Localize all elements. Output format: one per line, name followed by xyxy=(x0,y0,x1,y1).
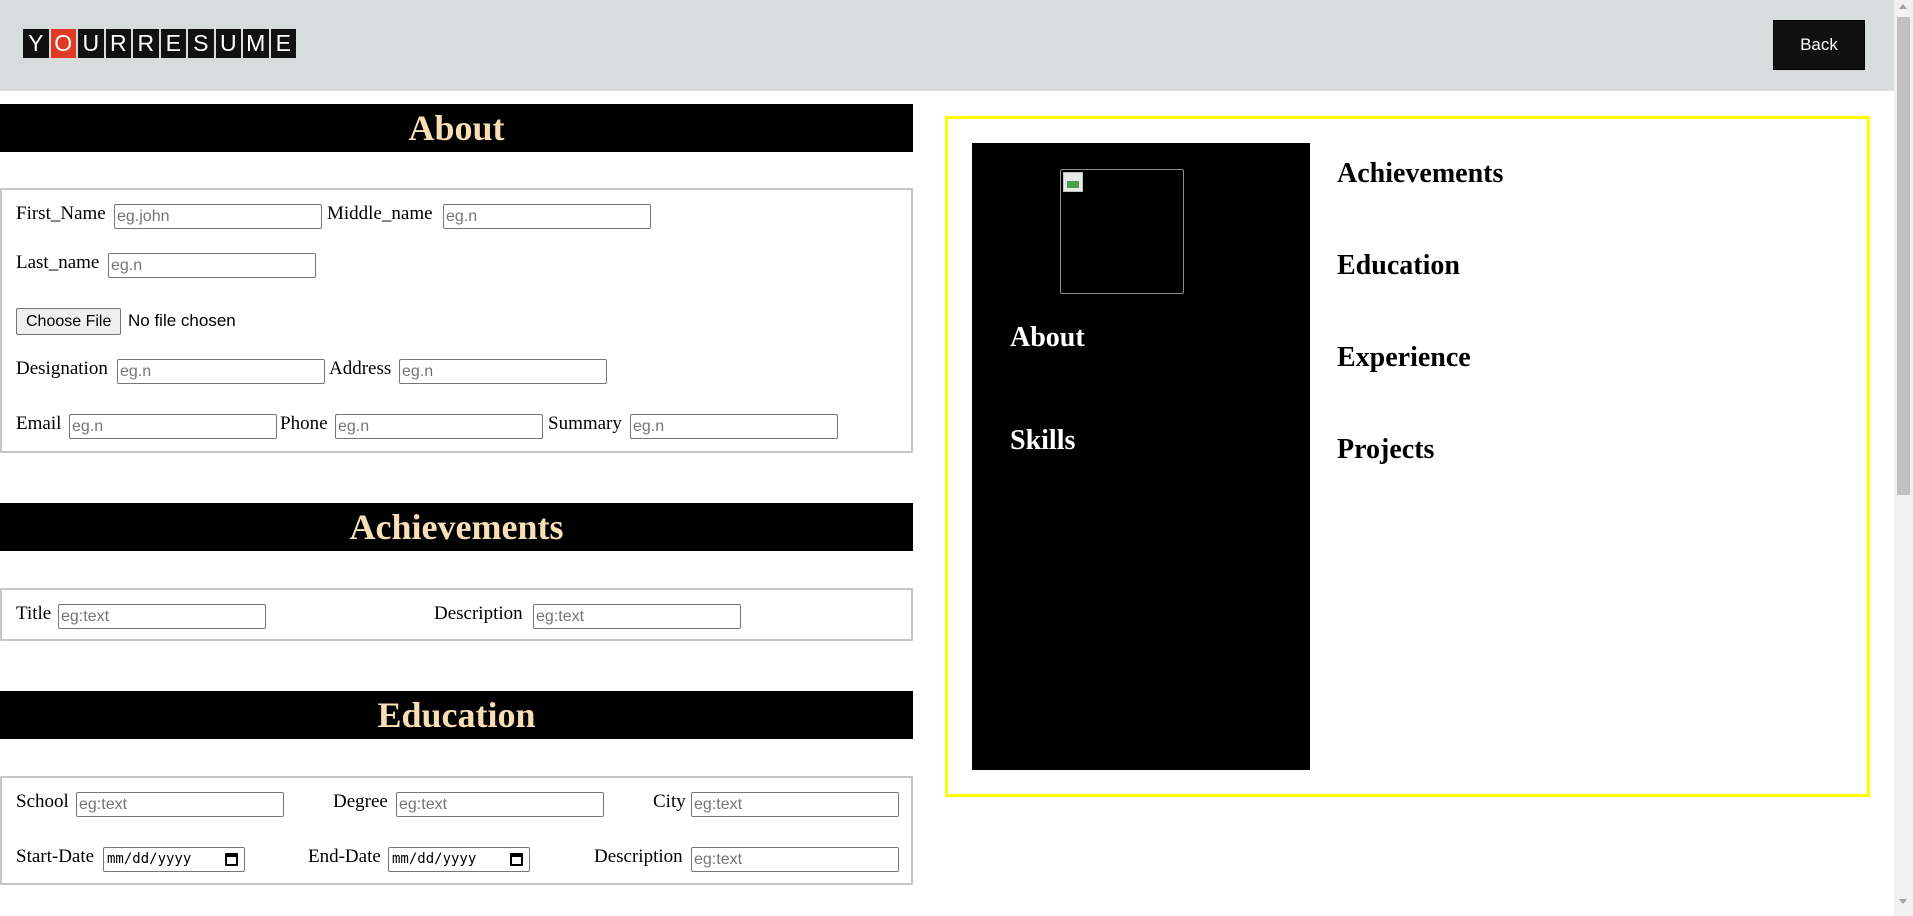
email-label: Email xyxy=(16,413,62,434)
designation-label: Designation xyxy=(16,358,108,379)
city-input[interactable] xyxy=(691,792,899,817)
school-input[interactable] xyxy=(76,792,284,817)
scroll-up-arrow-icon[interactable] xyxy=(1899,4,1907,9)
middle-name-input[interactable] xyxy=(443,204,651,229)
about-heading: About xyxy=(0,104,913,152)
end-date-value: mm/dd/yyyy xyxy=(392,851,477,867)
city-label: City xyxy=(653,791,686,812)
start-date-label: Start-Date xyxy=(16,846,95,867)
achievements-heading: Achievements xyxy=(0,503,913,551)
address-label: Address xyxy=(329,358,392,379)
start-date-input[interactable]: mm/dd/yyyy xyxy=(103,847,245,872)
last-name-label: Last_name xyxy=(16,252,100,273)
school-label: School xyxy=(16,791,69,812)
summary-input[interactable] xyxy=(630,414,838,439)
preview-projects-heading: Projects xyxy=(1337,434,1435,465)
logo-letter: O xyxy=(50,29,76,58)
calendar-icon[interactable] xyxy=(510,853,523,866)
education-description-label: Description xyxy=(594,846,683,867)
about-form: First_Name Middle_name Last_name Choose … xyxy=(0,188,913,453)
start-date-value: mm/dd/yyyy xyxy=(107,851,192,867)
achievement-description-label: Description xyxy=(434,603,523,624)
middle-name-label: Middle_name xyxy=(327,203,433,224)
logo-letter: U xyxy=(78,29,104,58)
designation-input[interactable] xyxy=(117,359,325,384)
vertical-scrollbar[interactable] xyxy=(1894,0,1913,916)
email-input[interactable] xyxy=(69,414,277,439)
file-status: No file chosen xyxy=(128,311,236,330)
back-button[interactable]: Back xyxy=(1773,20,1865,70)
profile-photo xyxy=(1060,169,1184,294)
phone-input[interactable] xyxy=(335,414,543,439)
degree-input[interactable] xyxy=(396,792,604,817)
achievement-title-input[interactable] xyxy=(58,604,266,629)
education-heading: Education xyxy=(0,691,913,739)
last-name-input[interactable] xyxy=(108,253,316,278)
logo-letter: S xyxy=(188,29,214,58)
logo: Y O U R R E S U M E xyxy=(23,29,298,58)
achievements-form: Title Description xyxy=(0,588,913,641)
education-form: School Degree City Start-Date mm/dd/yyyy… xyxy=(0,776,913,885)
logo-letter: E xyxy=(160,29,186,58)
preview-achievements-heading: Achievements xyxy=(1337,158,1504,189)
first-name-label: First_Name xyxy=(16,203,106,224)
scroll-thumb[interactable] xyxy=(1897,17,1910,495)
preview-experience-heading: Experience xyxy=(1337,342,1471,373)
broken-image-icon xyxy=(1063,172,1083,192)
logo-letter: M xyxy=(243,29,269,58)
logo-letter: U xyxy=(215,29,241,58)
logo-letter: R xyxy=(105,29,131,58)
logo-letter: R xyxy=(133,29,159,58)
end-date-input[interactable]: mm/dd/yyyy xyxy=(388,847,530,872)
preview-about-heading: About xyxy=(1010,322,1085,353)
preview-education-heading: Education xyxy=(1337,250,1460,281)
scroll-down-arrow-icon[interactable] xyxy=(1899,899,1907,904)
achievement-description-input[interactable] xyxy=(533,604,741,629)
degree-label: Degree xyxy=(333,791,388,812)
top-bar: Y O U R R E S U M E Back xyxy=(0,0,1894,91)
address-input[interactable] xyxy=(399,359,607,384)
summary-label: Summary xyxy=(548,413,622,434)
title-label: Title xyxy=(16,603,52,624)
first-name-input[interactable] xyxy=(114,204,322,229)
education-description-input[interactable] xyxy=(691,847,899,872)
phone-label: Phone xyxy=(280,413,328,434)
logo-letter: E xyxy=(270,29,296,58)
logo-letter: Y xyxy=(23,29,49,58)
preview-skills-heading: Skills xyxy=(1010,425,1076,456)
calendar-icon[interactable] xyxy=(225,853,238,866)
end-date-label: End-Date xyxy=(308,846,381,867)
choose-file-button[interactable]: Choose File xyxy=(16,308,122,335)
